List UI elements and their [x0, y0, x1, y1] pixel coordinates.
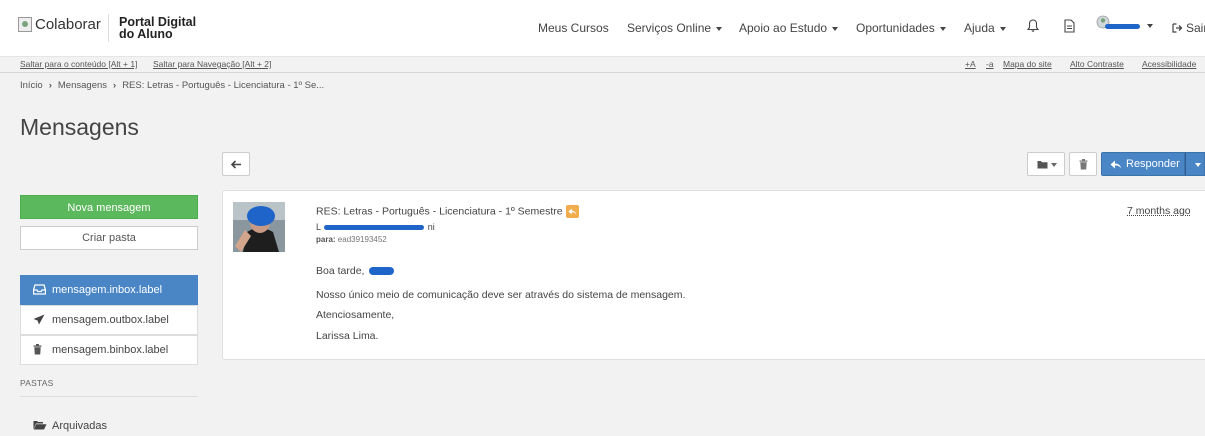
colaborar-logo[interactable]: Colaborar [18, 16, 101, 33]
portal-title-line2: do Aluno [119, 27, 173, 41]
send-icon [33, 314, 45, 325]
trash-icon [1079, 159, 1088, 170]
subject-text: RES: Letras - Português - Licenciatura -… [316, 205, 563, 218]
to-value: ead39193452 [337, 235, 387, 244]
page-title: Mensagens [20, 114, 139, 140]
reply-button[interactable]: Responder [1101, 152, 1185, 176]
nav-oportunidades[interactable]: Oportunidades [856, 21, 946, 35]
delete-button[interactable] [1069, 152, 1097, 176]
caret-down-icon [1147, 24, 1153, 28]
mailbox-inbox[interactable]: mensagem.inbox.label [20, 275, 198, 305]
brand-divider [108, 14, 109, 42]
sign-out-icon [1172, 23, 1183, 33]
nav-label: Meus Cursos [538, 21, 609, 35]
folder-icon [1037, 161, 1048, 169]
sitemap-link[interactable]: Mapa do site [1003, 59, 1052, 69]
mailbox-label: mensagem.binbox.label [52, 344, 169, 356]
message-body-line: Larissa Lima. [316, 330, 379, 342]
new-message-button[interactable]: Nova mensagem [20, 195, 198, 219]
sender-name[interactable]: L ni [316, 222, 435, 232]
message-body-line: Atenciosamente, [316, 309, 395, 321]
breadcrumb-messages[interactable]: Mensagens [58, 80, 107, 91]
caret-down-icon [1051, 163, 1057, 167]
nav-label: Apoio ao Estudo [739, 21, 828, 35]
logout-link[interactable]: Sair [1172, 21, 1205, 35]
document-icon[interactable] [1064, 19, 1075, 33]
mailbox-outbox[interactable]: mensagem.outbox.label [20, 305, 198, 335]
mailbox-binbox[interactable]: mensagem.binbox.label [20, 335, 198, 365]
move-to-folder-button[interactable] [1027, 152, 1065, 176]
back-button[interactable] [222, 152, 250, 176]
to-label: para: [316, 235, 336, 244]
message-recipient: para: ead39193452 [316, 235, 387, 244]
breadcrumb: Início › Mensagens › RES: Letras - Português… [20, 80, 324, 91]
nav-label: Serviços Online [627, 21, 712, 35]
sender-suffix: ni [427, 222, 435, 232]
nav-meus-cursos[interactable]: Meus Cursos [538, 21, 609, 35]
arrow-left-icon [231, 160, 241, 169]
caret-down-icon [1195, 163, 1201, 167]
chevron-right-icon: › [113, 80, 117, 91]
redacted-recipient-name [369, 267, 395, 276]
accessibility-link[interactable]: Acessibilidade [1142, 59, 1196, 69]
top-navbar: Colaborar Portal Digital do Aluno Meus C… [0, 0, 1205, 57]
skip-to-content-link[interactable]: Saltar para o conteúdo [Alt + 1] [20, 59, 137, 69]
message-greeting: Boa tarde, [316, 265, 395, 277]
folder-item-arquivadas[interactable]: Arquivadas [33, 420, 107, 432]
user-menu[interactable] [1094, 14, 1156, 38]
caret-down-icon [832, 26, 839, 31]
message-subject: RES: Letras - Português - Licenciatura -… [316, 205, 579, 218]
bell-icon[interactable] [1027, 19, 1039, 33]
skip-to-nav-link[interactable]: Saltar para Navegação [Alt + 2] [153, 59, 271, 69]
caret-down-icon [939, 26, 946, 31]
caret-down-icon [716, 26, 723, 31]
breadcrumb-current: RES: Letras - Português - Licenciatura -… [122, 80, 325, 91]
folder-open-icon [33, 421, 47, 430]
font-increase-link[interactable]: +A [965, 59, 976, 69]
high-contrast-link[interactable]: Alto Contraste [1070, 59, 1124, 69]
reply-arrow-icon [1110, 160, 1122, 169]
create-folder-button[interactable]: Criar pasta [20, 226, 198, 250]
message-date: 7 months ago [1127, 205, 1191, 217]
subnav-divider [0, 72, 1205, 73]
broken-image-icon [18, 17, 32, 32]
accessibility-bar: Saltar para o conteúdo [Alt + 1] Saltar … [0, 57, 1205, 73]
reply-label: Responder [1126, 158, 1180, 170]
caret-down-icon [999, 26, 1006, 31]
reply-options-button[interactable] [1185, 152, 1205, 176]
mailbox-label: mensagem.outbox.label [52, 314, 169, 326]
chevron-right-icon: › [48, 80, 52, 91]
sender-prefix: L [316, 222, 321, 232]
logout-label: Sair [1186, 21, 1205, 35]
folder-label: Arquivadas [52, 420, 108, 432]
redacted-username [1105, 24, 1140, 29]
folders-divider [20, 396, 198, 397]
folders-heading: PASTAS [20, 378, 54, 388]
nav-ajuda[interactable]: Ajuda [964, 21, 1006, 35]
nav-label: Oportunidades [856, 21, 935, 35]
breadcrumb-home[interactable]: Início [20, 80, 43, 91]
nav-servicos-online[interactable]: Serviços Online [627, 21, 723, 35]
inbox-icon [33, 284, 46, 295]
trash-icon [33, 344, 42, 355]
greeting-text: Boa tarde, [316, 265, 365, 277]
sender-avatar [233, 202, 285, 252]
redacted-sender [324, 225, 425, 231]
logo-alt-text: Colaborar [35, 16, 101, 33]
mailbox-label: mensagem.inbox.label [52, 284, 163, 296]
font-decrease-link[interactable]: -a [986, 59, 994, 69]
reply-arrow-icon [567, 208, 577, 215]
message-body-line: Nosso único meio de comunicação deve ser… [316, 289, 686, 301]
reply-badge [565, 205, 579, 218]
sender-photo [233, 202, 285, 252]
nav-apoio-estudo[interactable]: Apoio ao Estudo [739, 21, 839, 35]
nav-label: Ajuda [964, 21, 995, 35]
portal-title[interactable]: Portal Digital do Aluno [119, 16, 196, 41]
